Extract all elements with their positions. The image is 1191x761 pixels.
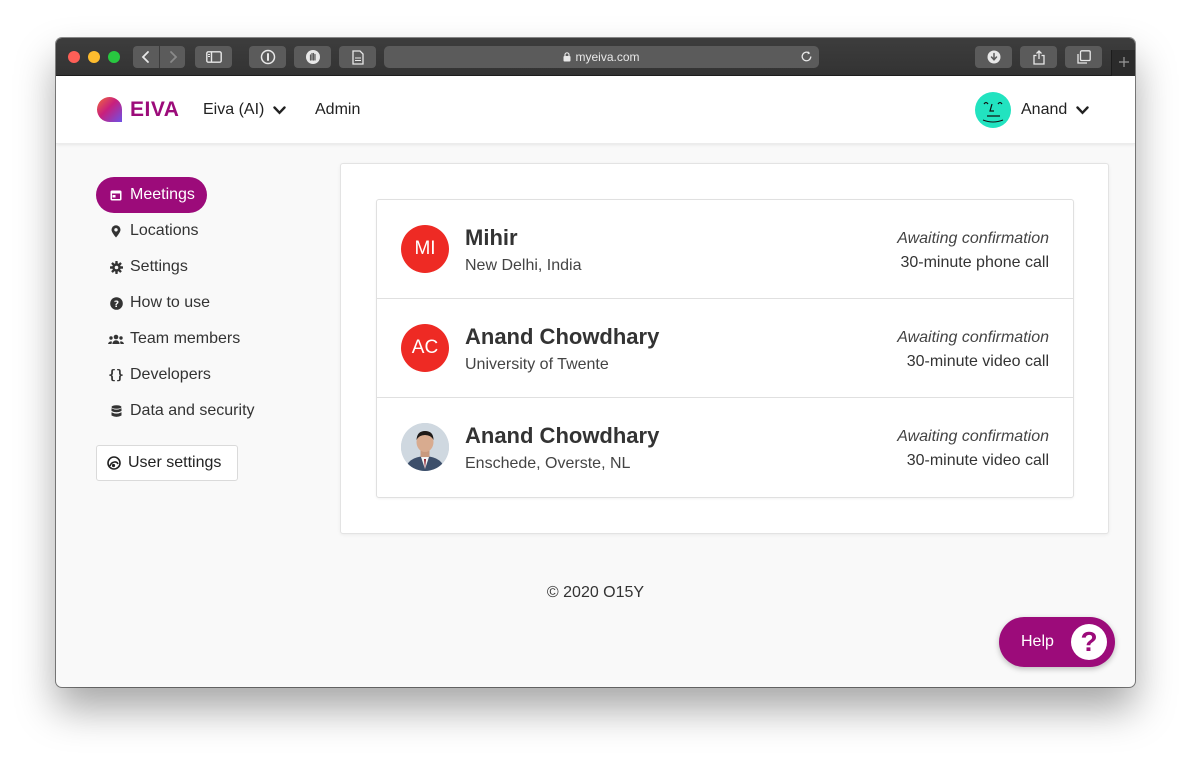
avatar-photo (401, 423, 449, 471)
address-bar[interactable]: myeiva.com (384, 46, 819, 68)
admin-link[interactable]: Admin (315, 101, 360, 119)
meeting-guest-location: New Delhi, India (465, 257, 582, 274)
share-button[interactable] (1020, 46, 1057, 68)
sidebar-item-label: Team members (130, 330, 241, 347)
tabs-icon (1076, 50, 1091, 64)
meeting-guest-name: Anand Chowdhary (465, 324, 660, 349)
list-item[interactable]: MI Mihir New Delhi, India Awaiting confi… (377, 200, 1073, 299)
sidebar-item-settings[interactable]: Settings (96, 249, 316, 285)
lock-icon (563, 52, 571, 62)
meetings-list: MI Mihir New Delhi, India Awaiting confi… (376, 199, 1074, 498)
avatar: AC (401, 324, 449, 372)
forward-button[interactable] (159, 46, 185, 68)
meeting-status: Awaiting confirmation (897, 329, 1049, 346)
svg-text:?: ? (113, 300, 118, 310)
meeting-guest-location: Enschede, Overste, NL (465, 455, 631, 472)
chevron-right-icon (169, 51, 177, 63)
sidebar-item-label: Developers (130, 366, 211, 383)
logo-text[interactable]: EIVA (130, 98, 179, 122)
question-circle-icon: ? (108, 296, 124, 310)
sidebar-item-locations[interactable]: Locations (96, 213, 316, 249)
user-settings-label: User settings (128, 454, 222, 471)
plus-icon (1118, 57, 1129, 67)
sidebar: Meetings Locations Settings ? How to use… (96, 177, 316, 481)
meeting-type: 30-minute phone call (900, 254, 1049, 271)
sidebar-item-how-to-use[interactable]: ? How to use (96, 285, 316, 321)
braces-icon: {} (108, 367, 124, 383)
meeting-status: Awaiting confirmation (897, 428, 1049, 445)
history-nav (133, 46, 185, 68)
meeting-type: 30-minute video call (906, 353, 1049, 370)
admin-label: Admin (315, 101, 361, 118)
user-avatar[interactable] (975, 92, 1011, 128)
reader-button[interactable] (339, 46, 376, 68)
new-tab-button[interactable] (1111, 50, 1135, 76)
app-header: EIVA Eiva (AI) Admin Anand (56, 76, 1135, 144)
sidebar-item-label: Meetings (130, 186, 195, 203)
downloads-button[interactable] (975, 46, 1012, 68)
eiva-logo-icon[interactable] (96, 96, 123, 123)
map-pin-icon (108, 224, 124, 238)
minimize-window-button[interactable] (88, 51, 100, 63)
sidebar-toggle-button[interactable] (195, 46, 232, 68)
password-manager-icon (260, 49, 275, 65)
user-settings-button[interactable]: User settings (96, 445, 238, 481)
user-name: Anand (1021, 101, 1068, 118)
sidebar-item-meetings[interactable]: Meetings (96, 177, 207, 213)
sidebar-item-developers[interactable]: {} Developers (96, 357, 316, 393)
avatar-initials: AC (411, 337, 439, 358)
meeting-type: 30-minute video call (906, 452, 1049, 469)
database-icon (108, 404, 124, 418)
list-item[interactable]: AC Anand Chowdhary University of Twente … (377, 299, 1073, 398)
sidebar-item-label: How to use (130, 294, 211, 311)
chevron-down-icon (1076, 105, 1089, 115)
user-face-icon (982, 101, 1004, 123)
download-icon (987, 50, 1000, 64)
help-button[interactable]: Help ? (999, 617, 1115, 667)
workspace-dropdown[interactable]: Eiva (AI) (203, 101, 287, 119)
workspace-label: Eiva (AI) (203, 101, 265, 118)
question-icon: ? (1071, 624, 1107, 660)
meeting-status: Awaiting confirmation (897, 230, 1049, 247)
tabs-overview-button[interactable] (1065, 46, 1102, 68)
list-item[interactable]: Anand Chowdhary Enschede, Overste, NL Aw… (377, 398, 1073, 497)
close-window-button[interactable] (68, 51, 80, 63)
chevron-down-icon (273, 105, 287, 115)
share-icon (1032, 49, 1045, 65)
footer-copyright: © 2020 O15Y (546, 584, 645, 601)
zoom-window-button[interactable] (108, 51, 120, 63)
avatar-initials: MI (414, 238, 436, 259)
chevron-left-icon (141, 51, 149, 63)
meeting-guest-name: Anand Chowdhary (465, 423, 660, 448)
url-text: myeiva.com (575, 50, 640, 64)
privacy-extension-button[interactable] (294, 46, 331, 68)
person-photo-icon (401, 423, 449, 471)
meetings-card: MI Mihir New Delhi, India Awaiting confi… (340, 163, 1109, 534)
hand-shield-icon (305, 50, 320, 64)
sidebar-item-label: Locations (130, 222, 199, 239)
avatar: MI (401, 225, 449, 273)
calendar-icon (108, 189, 124, 201)
meeting-guest-location: University of Twente (465, 356, 609, 373)
user-menu-dropdown[interactable]: Anand (1021, 101, 1089, 119)
browser-window: myeiva.com EIVA Eiva (AI) Admin Anand Me… (56, 38, 1135, 687)
reload-icon[interactable] (800, 50, 813, 66)
gear-icon (108, 260, 124, 274)
password-manager-button[interactable] (249, 46, 286, 68)
users-icon (108, 334, 124, 345)
sidebar-item-label: Settings (130, 258, 188, 275)
sidebar-item-label: Data and security (130, 402, 255, 419)
meeting-guest-name: Mihir (465, 225, 518, 250)
sidebar-item-team-members[interactable]: Team members (96, 321, 316, 357)
sidebar-icon (205, 51, 222, 63)
back-button[interactable] (133, 46, 159, 68)
user-settings-icon (107, 456, 121, 470)
document-icon (351, 49, 364, 65)
browser-toolbar: myeiva.com (56, 38, 1135, 76)
help-label: Help (1021, 633, 1054, 650)
sidebar-item-data-security[interactable]: Data and security (96, 393, 316, 429)
